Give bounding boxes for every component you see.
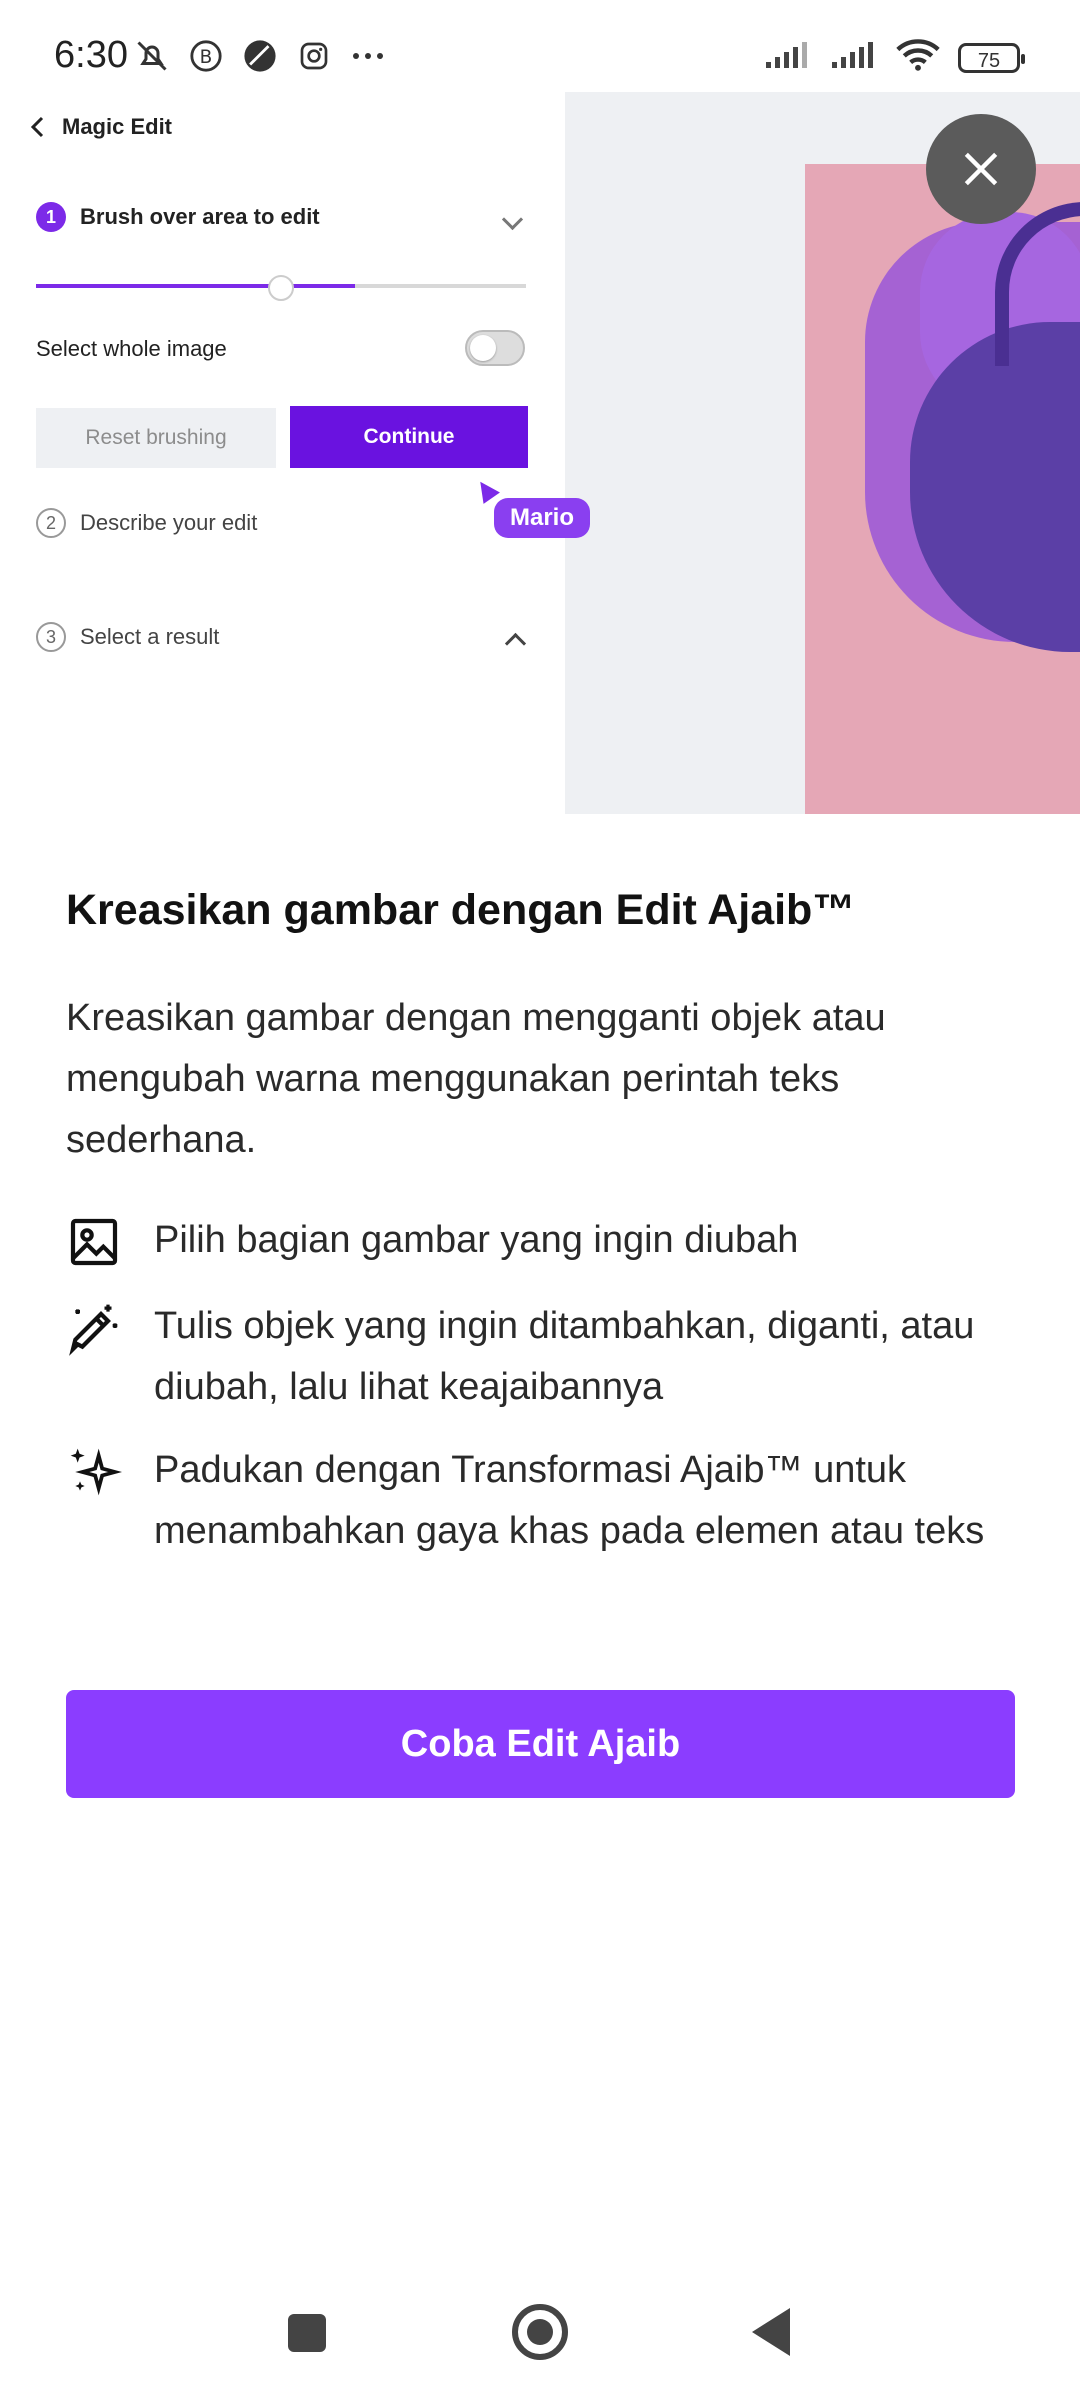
cursor-pointer-icon — [472, 476, 500, 504]
sparkles-icon — [66, 1444, 126, 1504]
status-notification-icons: B — [132, 36, 388, 76]
step-number: 1 — [36, 202, 66, 232]
list-item: Tulis objek yang ingin ditambahkan, diga… — [66, 1296, 1016, 1418]
step-number: 3 — [36, 622, 66, 652]
close-button[interactable] — [926, 114, 1036, 224]
instagram-icon — [294, 36, 334, 76]
step-label: Brush over area to edit — [80, 204, 320, 229]
status-system-icons: 75 — [764, 38, 1025, 77]
svg-text:B: B — [200, 47, 213, 68]
chevron-left-icon — [30, 116, 44, 138]
slider-knob — [268, 275, 294, 301]
feature-text: Tulis objek yang ingin ditambahkan, diga… — [154, 1305, 975, 1408]
step-label: Describe your edit — [80, 510, 258, 535]
system-nav-bar — [0, 2280, 1080, 2400]
panel-title: Magic Edit — [62, 114, 173, 139]
back-button[interactable] — [752, 2308, 790, 2356]
list-item: Padukan dengan Transformasi Ajaib™ untuk… — [66, 1440, 1016, 1562]
wifi-icon — [896, 38, 940, 77]
step-select-result: 3 Select a result — [36, 622, 219, 652]
description: Kreasikan gambar dengan mengganti objek … — [66, 997, 886, 1161]
close-icon — [964, 152, 998, 186]
b-app-icon: B — [186, 36, 226, 76]
more-dots-icon — [348, 36, 388, 76]
select-whole-image-label: Select whole image — [36, 336, 227, 361]
reset-brushing-button: Reset brushing — [36, 408, 276, 468]
step-describe: 2 Describe your edit — [36, 508, 257, 538]
recents-button[interactable] — [288, 2314, 326, 2352]
feature-list: Pilih bagian gambar yang ingin diubah Tu… — [66, 1210, 1016, 1584]
try-magic-edit-button[interactable]: Coba Edit Ajaib — [66, 1690, 1015, 1798]
chevron-down-icon — [501, 208, 524, 231]
mute-bell-icon — [132, 36, 172, 76]
feature-preview: Magic Edit 1 Brush over area to edit Sel… — [0, 92, 1080, 814]
app-icon — [240, 36, 280, 76]
signal-icon — [764, 40, 812, 75]
step-brush: 1 Brush over area to edit — [36, 202, 320, 232]
slider-fill — [36, 284, 355, 288]
collaborator-tag: Mario — [494, 498, 591, 538]
home-button[interactable] — [512, 2304, 568, 2360]
step-number: 2 — [36, 508, 66, 538]
magic-pen-icon — [66, 1300, 126, 1360]
page-title: Kreasikan gambar dengan Edit Ajaib™ — [66, 886, 856, 934]
feature-text: Pilih bagian gambar yang ingin diubah — [154, 1219, 799, 1261]
battery-indicator: 75 — [958, 42, 1025, 73]
list-item: Pilih bagian gambar yang ingin diubah — [66, 1210, 1016, 1274]
step-label: Select a result — [80, 624, 220, 649]
feature-text: Padukan dengan Transformasi Ajaib™ untuk… — [154, 1449, 985, 1552]
image-icon — [66, 1214, 126, 1274]
signal-icon — [830, 40, 878, 75]
continue-button: Continue — [290, 406, 528, 468]
panel-back: Magic Edit — [28, 114, 172, 140]
chevron-up-icon — [504, 632, 527, 655]
magic-edit-panel-preview: Magic Edit 1 Brush over area to edit Sel… — [0, 92, 565, 814]
select-whole-image-toggle — [465, 330, 525, 366]
status-time: 6:30 — [54, 34, 128, 76]
